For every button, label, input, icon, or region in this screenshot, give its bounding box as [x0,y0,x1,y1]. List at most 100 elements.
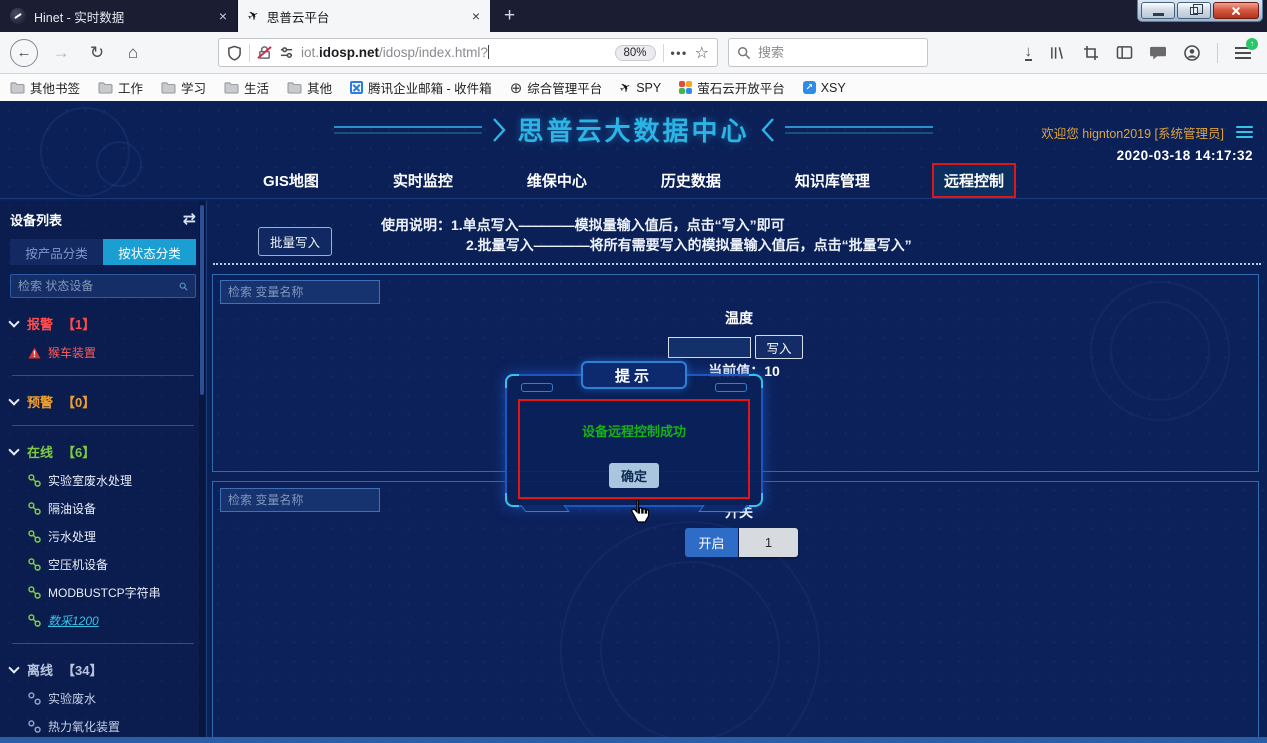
group-offline[interactable]: 离线 【34】 [10,660,196,679]
bookmark-item[interactable]: ⊕ 综合管理平台 [510,78,603,97]
device-label: 猴车装置 [48,344,96,361]
chat-bubble-icon[interactable] [1150,45,1167,60]
header-menu-icon[interactable] [1236,126,1253,139]
new-tab-button[interactable]: + [504,5,515,27]
divider [249,44,250,62]
group-alarm[interactable]: 报警 【1】 [10,314,196,333]
alarm-triangle-icon [28,347,41,359]
folder-icon [287,81,302,94]
ys7-icon [679,81,692,94]
nav-maintenance-center[interactable]: 维保中心 [517,165,597,196]
screenshot-crop-icon[interactable] [1083,45,1099,61]
nav-realtime-monitor[interactable]: 实时监控 [383,165,463,196]
shield-icon[interactable] [227,45,242,61]
device-item[interactable]: 实验室废水处理 [28,472,196,489]
home-button[interactable]: ⌂ [120,43,146,63]
bookmark-label: 生活 [244,78,269,97]
bottom-scroll-strip[interactable] [0,737,1267,743]
body-area: 设备列表 ⇄ 按产品分类 按状态分类 报警 【1】 [0,199,1267,737]
device-item[interactable]: 实验废水 [28,690,196,707]
variable-label: 温度 [669,308,809,328]
reload-button[interactable]: ↻ [84,43,110,63]
annotation-red-box: 设备远程控制成功 确定 [518,399,750,499]
device-label: 空压机设备 [48,556,108,573]
tab-close-icon[interactable]: × [472,8,480,24]
welcome-text: 欢迎您 hignton2019 [系统管理员] [1041,123,1224,142]
browser-search-input[interactable] [758,45,898,60]
corner-decor [505,374,519,388]
close-button[interactable] [1213,2,1259,19]
menu-icon[interactable]: ↑ [1235,47,1251,59]
bookmark-item[interactable]: ✈ SPY [620,80,661,96]
device-item[interactable]: 热力氧化装置 [28,718,196,735]
bookmark-folder[interactable]: 学习 [161,78,206,97]
bookmark-item[interactable]: 腾讯企业邮箱 - 收件箱 [350,78,492,97]
device-item[interactable]: 空压机设备 [28,556,196,573]
device-label: MODBUSTCP字符串 [48,584,161,601]
restore-button[interactable] [1177,2,1211,19]
browser-search-bar[interactable] [728,38,928,67]
account-icon[interactable] [1184,45,1200,61]
page-actions-icon[interactable]: ••• [671,46,688,60]
usage-instructions: 使用说明：1.单点写入————模拟量输入值后，点击“写入”即可 2.批量写入——… [381,215,912,255]
device-item[interactable]: MODBUSTCP字符串 [28,584,196,601]
bookmark-item[interactable]: 萤石云开放平台 [679,78,785,97]
window-controls [1137,0,1263,22]
device-item[interactable]: 污水处理 [28,528,196,545]
globe-icon: ⊕ [510,79,523,97]
device-item[interactable]: 猴车装置 [28,344,196,361]
zoom-level-badge[interactable]: 80% [615,45,656,61]
forward-button[interactable]: → [48,43,74,63]
page-content: 思普云大数据中心 欢迎您 hignton2019 [系统管理员] 2020-03… [0,101,1267,743]
library-icon[interactable] [1049,45,1066,61]
bookmark-folder[interactable]: 生活 [224,78,269,97]
group-warning[interactable]: 预警 【0】 [10,392,196,411]
downloads-icon[interactable]: ↓ [1025,45,1033,61]
group-online[interactable]: 在线 【6】 [10,442,196,461]
variable-search-input[interactable] [228,285,372,299]
batch-write-button[interactable]: 批量写入 [258,227,332,256]
nav-gis-map[interactable]: GIS地图 [253,165,329,196]
switch-on-button[interactable]: 开启 [685,528,738,557]
nav-history-data[interactable]: 历史数据 [651,165,731,196]
minimize-button[interactable] [1141,2,1175,19]
scrollbar-thumb[interactable] [200,205,204,395]
insecure-lock-icon[interactable] [257,45,272,60]
tab-by-status[interactable]: 按状态分类 [103,239,196,265]
variable-search-box[interactable] [220,488,380,512]
nav-remote-control[interactable]: 远程控制 [934,165,1014,196]
write-button[interactable]: 写入 [755,335,803,359]
back-button[interactable]: ← [10,39,38,67]
divider [12,375,194,376]
ok-button[interactable]: 确定 [609,463,659,488]
device-label: 隔油设备 [48,500,96,517]
variable-search-box[interactable] [220,280,380,304]
bookmark-item[interactable]: ↗ XSY [803,81,846,95]
temperature-value-input[interactable] [668,337,751,358]
sidebar-scrollbar[interactable] [199,201,205,737]
folder-icon [98,81,113,94]
device-item[interactable]: 隔油设备 [28,500,196,517]
chevron-down-icon [8,394,19,405]
sidebar-toggle-icon[interactable] [1116,45,1133,60]
device-search-box[interactable] [10,274,196,298]
permissions-icon[interactable] [279,45,294,60]
bookmarks-bar: 其他书签 工作 学习 生活 其他 腾讯企业邮箱 - 收件箱 ⊕ 综合管理平台 ✈… [0,74,1267,101]
transfer-icon[interactable]: ⇄ [183,209,196,229]
url-bar[interactable]: iot.idosp.net/idosp/index.html? 80% ••• … [218,38,718,67]
prompt-dialog: 提示 设备远程控制成功 确定 [505,361,763,507]
tab-by-product[interactable]: 按产品分类 [10,239,103,265]
tab-hinet[interactable]: Hinet - 实时数据 × [0,0,238,32]
device-item-selected[interactable]: 数采1200 [28,612,196,629]
group-label: 在线 [27,442,53,461]
bookmark-star-icon[interactable]: ☆ [695,43,709,63]
variable-search-input[interactable] [228,493,372,507]
device-search-input[interactable] [18,279,173,293]
bookmark-folder[interactable]: 其他 [287,78,332,97]
nav-knowledge-base[interactable]: 知识库管理 [785,165,880,196]
bookmark-folder[interactable]: 工作 [98,78,143,97]
tab-sipu-cloud[interactable]: ✈ 思普云平台 × [238,0,490,32]
tab-close-icon[interactable]: × [219,8,227,24]
bookmark-folder[interactable]: 其他书签 [10,78,80,97]
link-icon [28,502,41,515]
